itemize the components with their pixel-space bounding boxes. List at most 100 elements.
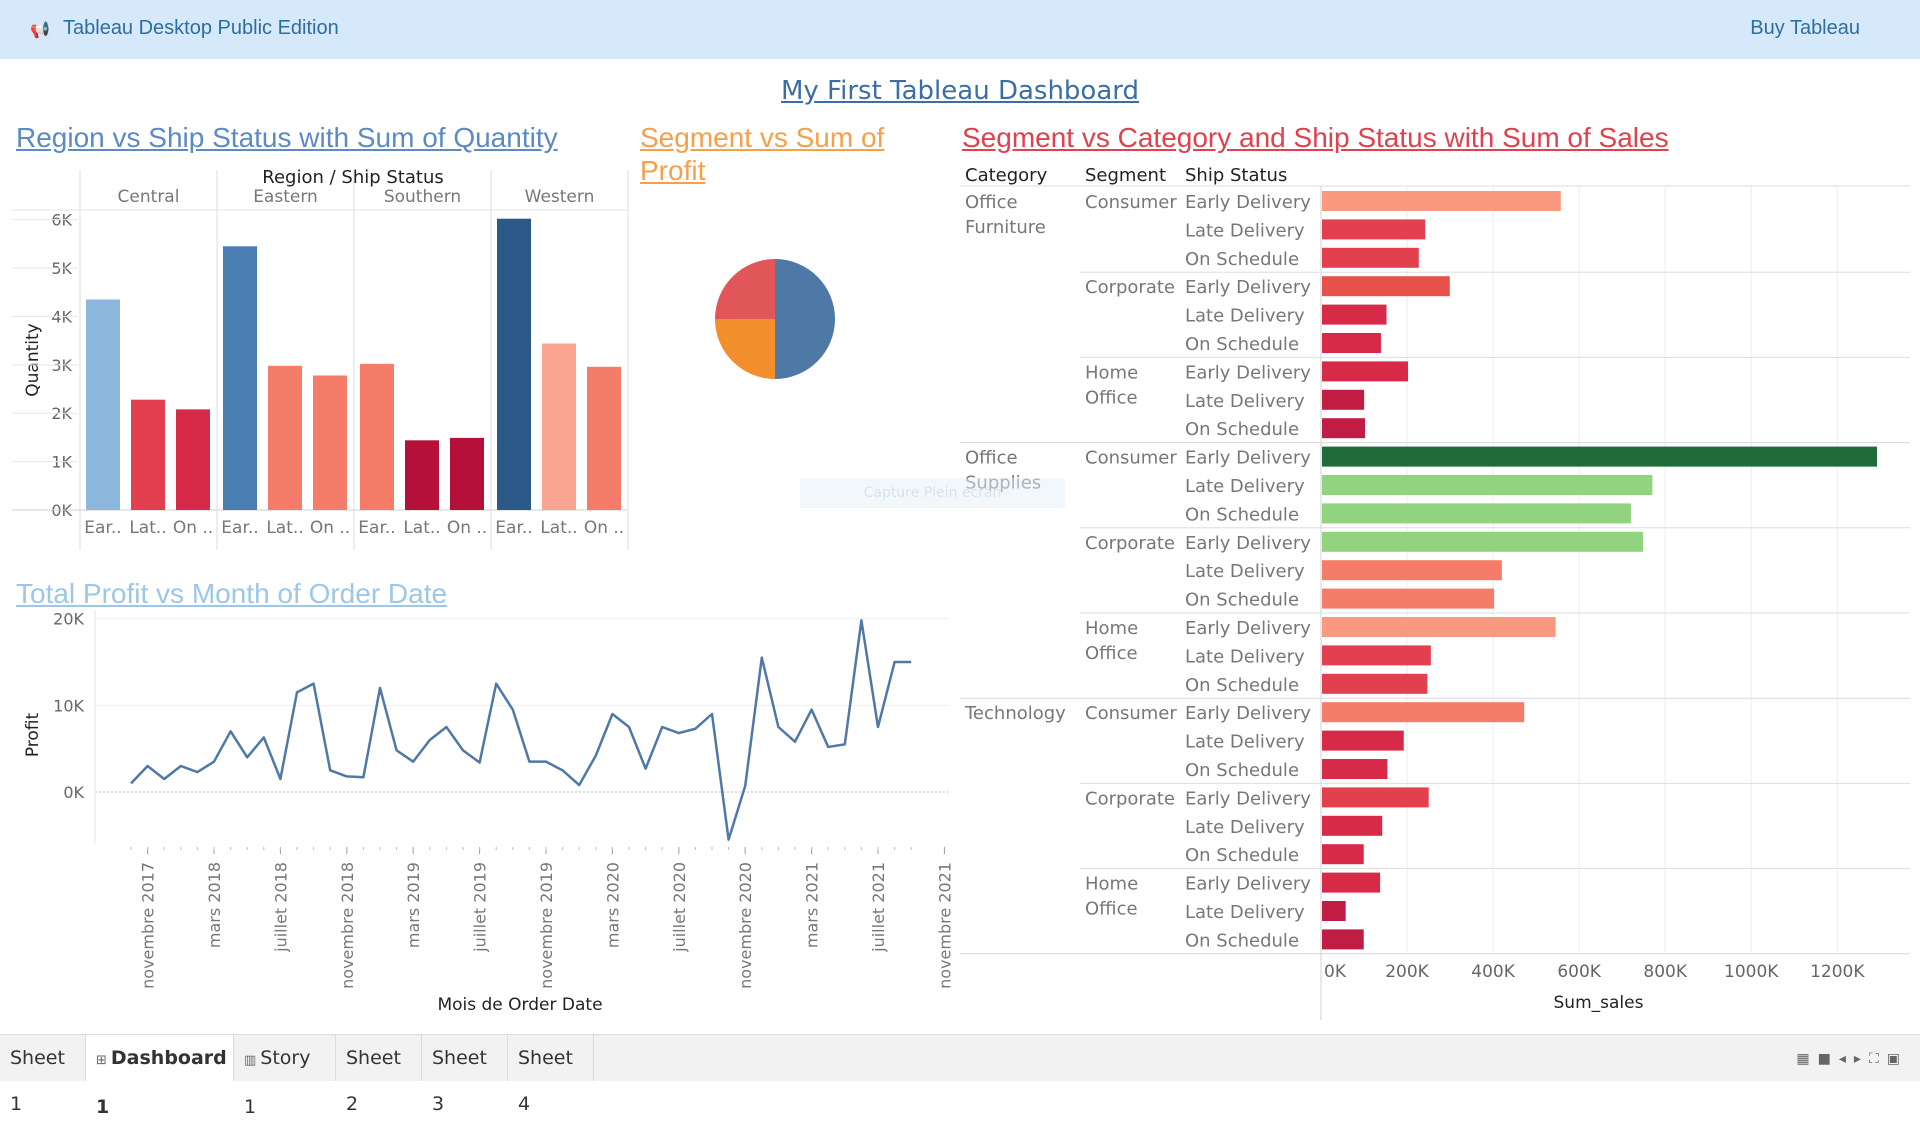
quantity-bar[interactable] bbox=[587, 366, 621, 510]
sales-bar[interactable] bbox=[1322, 531, 1643, 552]
ship-status-label: Early Delivery bbox=[1185, 533, 1311, 554]
sales-bar[interactable] bbox=[1322, 219, 1426, 240]
tab-sheet-2[interactable]: Sheet 2 bbox=[336, 1035, 422, 1115]
quantity-bar[interactable] bbox=[450, 437, 484, 510]
segment-label: Consumer bbox=[1085, 192, 1177, 213]
segment-label: Office bbox=[1085, 899, 1138, 920]
sales-bar[interactable] bbox=[1322, 759, 1388, 779]
category-label: Office bbox=[965, 192, 1018, 213]
quantity-bar[interactable] bbox=[131, 399, 165, 510]
sales-bar[interactable] bbox=[1322, 702, 1525, 723]
ship-status-label: On .. bbox=[447, 518, 487, 538]
profit-month-line-chart[interactable]: 0K 10K 20K Profit novembre 2017 mars 2018 juil… bbox=[0, 610, 960, 1030]
segment-label: Home bbox=[1085, 618, 1138, 639]
x-tick-label: mars 2018 bbox=[205, 862, 224, 948]
sales-bar[interactable] bbox=[1322, 247, 1419, 268]
sales-bar[interactable] bbox=[1322, 333, 1381, 353]
tab-label: Sheet 3 bbox=[432, 1047, 487, 1115]
quantity-bar[interactable] bbox=[223, 246, 257, 510]
ship-status-label: Late Delivery bbox=[1185, 646, 1305, 667]
sales-bar[interactable] bbox=[1322, 673, 1428, 694]
segment-label: Office bbox=[1085, 387, 1138, 408]
segment-chart-title[interactable]: Segment vs Sum of Profit bbox=[640, 121, 910, 187]
sales-bar[interactable] bbox=[1322, 844, 1364, 865]
quantity-bar[interactable] bbox=[176, 409, 210, 510]
x-tick-label: juillet 2019 bbox=[471, 862, 490, 953]
ship-status-label: Late Delivery bbox=[1185, 732, 1305, 753]
sales-bar[interactable] bbox=[1322, 787, 1429, 808]
next-sheet-icon[interactable]: ▸ bbox=[1854, 1051, 1869, 1067]
x-tick-label: 600K bbox=[1557, 962, 1601, 982]
quantity-bar[interactable] bbox=[86, 299, 120, 510]
ship-status-label: Early Delivery bbox=[1185, 362, 1311, 383]
sales-bar[interactable] bbox=[1322, 815, 1383, 836]
sales-bar[interactable] bbox=[1322, 645, 1431, 666]
sales-bar[interactable] bbox=[1322, 276, 1450, 297]
region-quantity-bar-chart[interactable]: Region / Ship StatusQuantity0K1K2K3K4K5K… bbox=[0, 160, 640, 560]
sales-bar[interactable] bbox=[1322, 617, 1556, 637]
segment-category-sales-bar-chart[interactable]: Category Segment Ship Status 0K 200K 400K 600K… bbox=[955, 160, 1920, 1030]
sales-bar[interactable] bbox=[1322, 588, 1495, 609]
quantity-bar[interactable] bbox=[542, 343, 576, 510]
prev-sheet-icon[interactable]: ◂ bbox=[1839, 1051, 1854, 1067]
segment-label: Office bbox=[1085, 643, 1138, 664]
quantity-bar[interactable] bbox=[268, 365, 302, 510]
tab-sheet-4[interactable]: Sheet 4 bbox=[508, 1035, 594, 1115]
screen-capture-overlay: Capture Plein écran bbox=[800, 478, 1065, 508]
profit-line[interactable] bbox=[130, 619, 912, 841]
sales-bar[interactable] bbox=[1322, 475, 1653, 495]
fullscreen-icon[interactable]: ⛶ bbox=[1869, 1051, 1887, 1067]
sales-bar[interactable] bbox=[1322, 191, 1561, 211]
x-tick-label: 200K bbox=[1385, 962, 1429, 982]
ship-status-label: On Schedule bbox=[1185, 930, 1299, 951]
ship-status-label: Ear.. bbox=[221, 518, 258, 538]
tab-story-1[interactable]: ▥ Story 1 bbox=[234, 1035, 336, 1118]
segment-label: Corporate bbox=[1085, 533, 1175, 554]
sales-bar[interactable] bbox=[1322, 730, 1404, 751]
segment-label: Consumer bbox=[1085, 448, 1177, 469]
x-tick-label: 400K bbox=[1471, 962, 1515, 982]
sheet-tab-bar: Sheet 1 ⊞ Dashboard 1 ▥ Story 1 Sheet 2 Sheet … bbox=[0, 1034, 1920, 1118]
pie-slice[interactable] bbox=[775, 259, 835, 379]
y-tick-label: 0K bbox=[63, 783, 84, 802]
y-tick-label: 20K bbox=[53, 610, 84, 629]
ship-status-label: On .. bbox=[173, 518, 213, 538]
quantity-bar[interactable] bbox=[313, 375, 347, 510]
tab-sheet-1[interactable]: Sheet 1 bbox=[0, 1035, 86, 1115]
sales-bar[interactable] bbox=[1322, 560, 1502, 581]
segment-profit-pie-chart[interactable] bbox=[700, 250, 850, 390]
sales-bar[interactable] bbox=[1322, 901, 1346, 921]
region-chart-title[interactable]: Region vs Ship Status with Sum of Quanti… bbox=[16, 121, 558, 154]
category-label: Furniture bbox=[965, 217, 1046, 238]
pie-slice[interactable] bbox=[715, 259, 775, 319]
filmstrip-icon[interactable]: ■ bbox=[1818, 1051, 1839, 1067]
presentation-icon[interactable]: ▣ bbox=[1887, 1051, 1908, 1067]
sales-bar[interactable] bbox=[1322, 389, 1365, 410]
category-label: Office bbox=[965, 448, 1018, 469]
quantity-bar[interactable] bbox=[405, 440, 439, 510]
sales-bar[interactable] bbox=[1322, 418, 1366, 439]
story-icon: ▥ bbox=[244, 1053, 257, 1068]
dashboard-title: My First Tableau Dashboard bbox=[780, 76, 1140, 106]
region-label: Central bbox=[118, 187, 180, 207]
tab-dashboard-1[interactable]: ⊞ Dashboard 1 bbox=[86, 1035, 234, 1118]
sales-bar[interactable] bbox=[1322, 304, 1387, 325]
profit-chart-title[interactable]: Total Profit vs Month of Order Date bbox=[16, 577, 447, 610]
sales-bar[interactable] bbox=[1322, 361, 1409, 382]
y-axis-title: Quantity bbox=[23, 323, 43, 396]
buy-tableau-link[interactable]: Buy Tableau bbox=[1750, 17, 1860, 40]
segment-column-header: Segment bbox=[1085, 165, 1166, 186]
pie-slice[interactable] bbox=[715, 319, 775, 379]
sales-bar[interactable] bbox=[1322, 872, 1381, 893]
sales-bar[interactable] bbox=[1322, 503, 1631, 524]
sales-bar[interactable] bbox=[1322, 929, 1364, 950]
sales-bar[interactable] bbox=[1322, 446, 1877, 467]
tab-sheet-3[interactable]: Sheet 3 bbox=[422, 1035, 508, 1115]
quantity-bar[interactable] bbox=[497, 218, 531, 510]
grid-view-icon[interactable]: ▦ bbox=[1796, 1051, 1817, 1067]
view-controls[interactable]: ▦■◂▸⛶▣ bbox=[1796, 1051, 1908, 1067]
ship-status-label: Ear.. bbox=[84, 518, 121, 538]
quantity-bar[interactable] bbox=[360, 363, 394, 510]
ship-status-column-header: Ship Status bbox=[1185, 165, 1287, 186]
segment-category-chart-title[interactable]: Segment vs Category and Ship Status with… bbox=[962, 121, 1669, 154]
